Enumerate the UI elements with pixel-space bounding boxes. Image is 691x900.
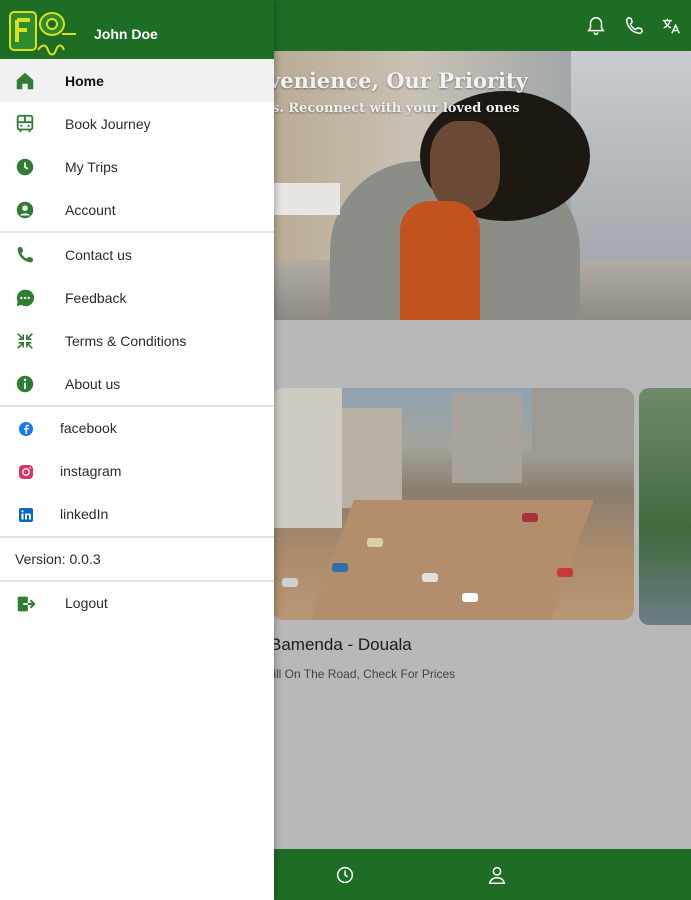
gotraveler-logo	[9, 11, 76, 56]
drawer-item-account[interactable]: Account	[0, 188, 274, 231]
drawer-item-terms[interactable]: Terms & Conditions	[0, 319, 274, 362]
bus-icon	[16, 114, 34, 132]
drawer-item-about-us[interactable]: About us	[0, 362, 274, 405]
navigation-drawer: John Doe Home Book Journey My Trips Acco…	[0, 0, 274, 900]
route-title: Bamenda - Douala	[270, 635, 412, 654]
drawer-item-feedback[interactable]: Feedback	[0, 276, 274, 319]
drawer-item-label: About us	[65, 375, 121, 392]
drawer-item-book-journey[interactable]: Book Journey	[0, 102, 274, 145]
logout-icon	[17, 596, 36, 612]
drawer-header: John Doe	[0, 0, 274, 59]
drawer-item-label: Book Journey	[65, 115, 151, 132]
drawer-item-label: Feedback	[65, 289, 127, 306]
phone-icon	[17, 246, 34, 262]
drawer-item-my-trips[interactable]: My Trips	[0, 145, 274, 188]
drawer-item-label: Contact us	[65, 246, 132, 263]
drawer-item-label: Home	[65, 72, 104, 89]
route-subtitle: till On The Road, Check For Prices	[270, 667, 456, 681]
info-icon	[16, 375, 34, 392]
chat-icon	[16, 289, 35, 306]
route-card-next[interactable]	[639, 388, 691, 625]
clock-icon	[16, 158, 34, 175]
drawer-item-label: Terms & Conditions	[65, 332, 187, 349]
instagram-icon	[19, 464, 33, 479]
drawer-item-label: instagram	[60, 462, 122, 479]
profile-icon[interactable]	[486, 864, 508, 886]
drawer-item-label: facebook	[60, 419, 117, 436]
drawer-item-linkedin[interactable]: linkedIn	[0, 493, 274, 536]
logout-button[interactable]: Logout	[0, 582, 274, 625]
drawer-item-label: My Trips	[65, 158, 118, 175]
route-card-image[interactable]	[272, 388, 634, 620]
hero-subtitle: s. Reconnect with your loved ones	[272, 101, 520, 116]
phone-icon[interactable]	[623, 15, 645, 37]
drawer-item-label: linkedIn	[60, 505, 109, 522]
home-icon	[16, 72, 34, 89]
account-icon	[16, 201, 34, 218]
logout-label: Logout	[65, 595, 108, 611]
drawer-item-home[interactable]: Home	[0, 59, 274, 102]
drawer-item-facebook[interactable]: facebook	[0, 407, 274, 450]
hero-title: venience, Our Priority	[268, 68, 528, 93]
facebook-icon	[19, 421, 33, 436]
hero-button[interactable]	[272, 183, 340, 215]
translate-icon[interactable]	[660, 15, 682, 37]
linkedin-icon	[19, 507, 33, 522]
user-name: John Doe	[94, 26, 158, 42]
app-version: Version: 0.0.3	[15, 551, 101, 567]
compress-icon	[17, 332, 33, 349]
drawer-item-instagram[interactable]: instagram	[0, 450, 274, 493]
history-icon[interactable]	[334, 864, 356, 886]
drawer-item-contact-us[interactable]: Contact us	[0, 233, 274, 276]
drawer-item-label: Account	[65, 201, 116, 218]
bell-icon[interactable]	[585, 15, 607, 37]
